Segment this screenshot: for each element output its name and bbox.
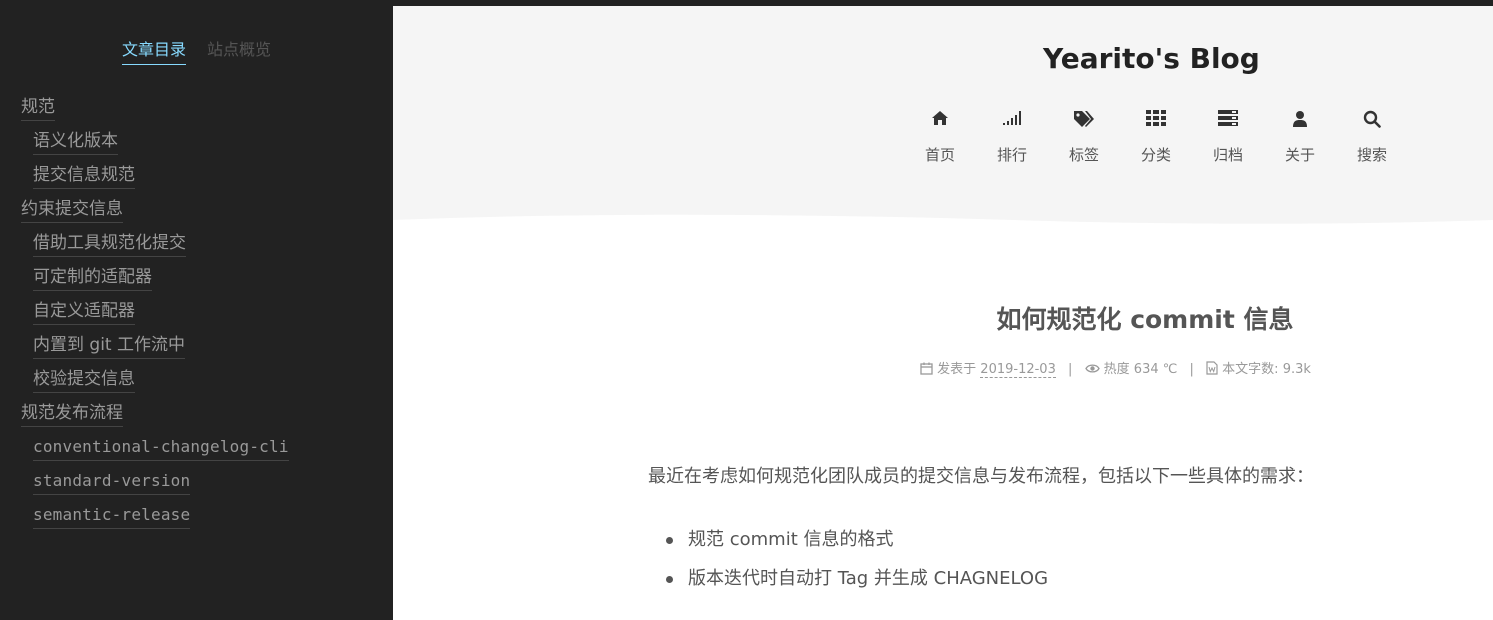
list-item: 规范 commit 信息的格式: [648, 528, 1388, 552]
sidebar-tabs: 文章目录 站点概览: [0, 36, 393, 65]
tags-icon: [1048, 110, 1120, 134]
site-title-wrap: Yearito's Blog: [1043, 42, 1260, 75]
toc-item[interactable]: 规范: [21, 96, 381, 121]
meta-separator: |: [1068, 362, 1073, 377]
home-icon: [904, 110, 976, 134]
word-file-icon: [1206, 361, 1222, 377]
grid-icon: [1120, 110, 1192, 134]
post-meta: 发表于 2019-12-03 | 热度 634 ℃ | 本文字数: 9.3k: [920, 358, 1311, 378]
toc-item[interactable]: 提交信息规范: [33, 164, 381, 189]
word-count: 9.3k: [1282, 362, 1311, 377]
menu-tags[interactable]: 标签: [1048, 110, 1120, 165]
toc-item[interactable]: 内置到 git 工作流中: [33, 334, 381, 359]
menu-search[interactable]: 搜索: [1336, 110, 1408, 165]
toc-item[interactable]: conventional-changelog-cli: [33, 436, 381, 461]
user-icon: [1264, 110, 1336, 134]
site-header: Yearito's Blog 首页 排行 标签 分类 归档 关于 搜索: [393, 6, 1493, 226]
toc-item[interactable]: 约束提交信息: [21, 198, 381, 223]
table-of-contents: 规范 语义化版本 提交信息规范 约束提交信息 借助工具规范化提交 可定制的适配器…: [21, 96, 381, 538]
toc-item[interactable]: 自定义适配器: [33, 300, 381, 325]
signal-icon: [976, 110, 1048, 134]
archive-icon: [1192, 110, 1264, 134]
menu-categories[interactable]: 分类: [1120, 110, 1192, 165]
post-title[interactable]: 如何规范化 commit 信息: [960, 300, 1330, 336]
menu-about[interactable]: 关于: [1264, 110, 1336, 165]
toc-item[interactable]: standard-version: [33, 470, 381, 495]
toc-item[interactable]: 可定制的适配器: [33, 266, 381, 291]
post-date[interactable]: 2019-12-03: [980, 362, 1056, 378]
menu-home[interactable]: 首页: [904, 110, 976, 165]
menu-archives[interactable]: 归档: [1192, 110, 1264, 165]
toc-item[interactable]: 规范发布流程: [21, 402, 381, 427]
heat-label: 热度 634 ℃: [1103, 362, 1178, 377]
site-title[interactable]: Yearito's Blog: [1043, 42, 1260, 75]
toc-item[interactable]: semantic-release: [33, 504, 381, 529]
posted-label: 发表于: [937, 362, 977, 377]
search-icon: [1336, 110, 1408, 134]
words-label: 本文字数:: [1222, 362, 1279, 377]
header-wave-divider: [393, 214, 1493, 230]
menu-rank[interactable]: 排行: [976, 110, 1048, 165]
meta-separator: |: [1189, 362, 1194, 377]
tab-overview[interactable]: 站点概览: [207, 36, 271, 64]
post-intro: 最近在考虑如何规范化团队成员的提交信息与发布流程，包括以下一些具体的需求：: [648, 466, 1314, 487]
calendar-icon: [920, 362, 937, 377]
list-item: 版本迭代时自动打 Tag 并生成 CHAGNELOG: [648, 567, 1388, 591]
eye-icon: [1084, 362, 1104, 377]
toc-item[interactable]: 借助工具规范化提交: [33, 232, 381, 257]
tab-toc[interactable]: 文章目录: [121, 36, 186, 65]
post-body: 最近在考虑如何规范化团队成员的提交信息与发布流程，包括以下一些具体的需求： 规范…: [648, 465, 1388, 606]
post-requirements-list: 规范 commit 信息的格式 版本迭代时自动打 Tag 并生成 CHAGNEL…: [648, 528, 1388, 591]
toc-item[interactable]: 语义化版本: [33, 130, 381, 155]
sidebar: 文章目录 站点概览 规范 语义化版本 提交信息规范 约束提交信息 借助工具规范化…: [0, 6, 393, 620]
toc-item[interactable]: 校验提交信息: [33, 368, 381, 393]
